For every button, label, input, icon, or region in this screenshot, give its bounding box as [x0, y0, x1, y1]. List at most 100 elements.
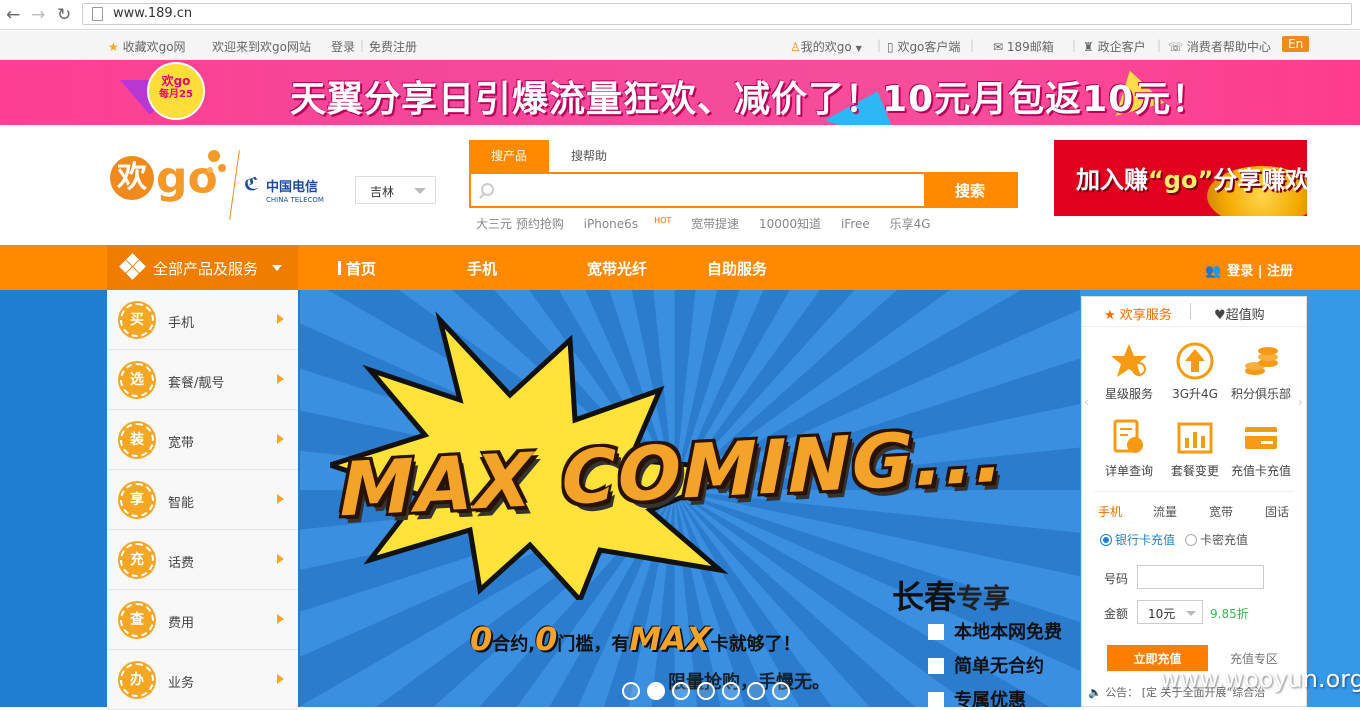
hotword-link[interactable]: 大三元 预约抢购	[476, 217, 564, 231]
forward-icon[interactable]: →	[31, 5, 45, 25]
points-club-item[interactable]: 积分俱乐部	[1226, 341, 1296, 402]
header-ad-banner[interactable]: 加入赚“go”分享赚欢豆	[1054, 140, 1307, 216]
sidebar-item-broadband[interactable]: 装宽带	[107, 410, 298, 470]
tab-broadband[interactable]: 宽带	[1209, 503, 1233, 520]
search-box: 搜索	[469, 172, 1018, 208]
hotword-link[interactable]: 10000知道	[759, 217, 821, 231]
sidebar-item-phone[interactable]: 买手机	[107, 290, 298, 350]
carousel-dot[interactable]	[747, 682, 765, 700]
search-input[interactable]	[501, 178, 921, 202]
carousel-dot[interactable]	[672, 682, 690, 700]
caret-down-icon	[272, 265, 282, 271]
plan-change-item[interactable]: 套餐变更	[1160, 418, 1230, 479]
register-link[interactable]: 免费注册	[369, 38, 417, 55]
carousel-dot[interactable]	[622, 682, 640, 700]
gov-link[interactable]: ♜ 政企客户	[1083, 38, 1146, 55]
upgrade-4g-item[interactable]: 3G升4G	[1160, 341, 1230, 402]
checkbox-icon	[928, 658, 944, 674]
tab-value-buy[interactable]: ♥超值购	[1214, 304, 1265, 323]
sidebar-item-label: 手机	[168, 316, 195, 331]
help-link[interactable]: ☏ 消费者帮助中心	[1168, 38, 1271, 55]
tab-search-help[interactable]: 搜帮助	[553, 140, 633, 172]
chevron-right-icon	[277, 494, 284, 504]
all-products-menu[interactable]: 全部产品及服务	[107, 245, 298, 290]
sidebar-item-plans[interactable]: 选套餐/靓号	[107, 350, 298, 410]
carousel-dot[interactable]	[647, 682, 665, 700]
sidebar-item-topup[interactable]: 充话费	[107, 530, 298, 590]
sidebar-item-fees[interactable]: 查费用	[107, 590, 298, 650]
nav-register[interactable]: 注册	[1267, 264, 1293, 279]
search-button[interactable]: 搜索	[924, 174, 1016, 206]
my-huango-menu[interactable]: ♙我的欢go ▼	[790, 38, 862, 55]
notice-label: 公告：	[1105, 686, 1139, 699]
banner-city-name: 长春	[892, 578, 957, 616]
mail-link[interactable]: ✉ 189邮箱	[993, 38, 1054, 55]
phone-number-input[interactable]	[1137, 565, 1264, 589]
star-service-item[interactable]: 星级服务	[1094, 341, 1164, 402]
bill-detail-item[interactable]: 详单查询	[1094, 418, 1164, 479]
service-label: 3G升4G	[1172, 387, 1218, 401]
sidebar-item-smart[interactable]: 享智能	[107, 470, 298, 530]
nav-self-service[interactable]: 自助服务	[707, 258, 767, 279]
checkbox-icon	[928, 624, 944, 640]
client-link[interactable]: ▯ 欢go客户端	[887, 38, 960, 55]
service-label: 星级服务	[1104, 387, 1153, 401]
grid-diamond-icon	[119, 253, 146, 280]
feature-item: 本地本网免费	[928, 618, 1062, 644]
slogan-zero: 0	[535, 620, 558, 658]
favorite-label: 收藏欢go网	[122, 40, 186, 54]
radio-label: 银行卡充值	[1115, 533, 1176, 547]
url-text[interactable]: www.189.cn	[113, 6, 192, 21]
chevron-down-icon	[414, 188, 426, 194]
hotword-link[interactable]: 乐享4G	[890, 217, 931, 231]
reload-icon[interactable]: ↻	[57, 5, 71, 25]
back-icon[interactable]: ←	[6, 5, 20, 25]
slogan-part: 合约,	[492, 634, 536, 655]
radio-bank-card[interactable]: 银行卡充值	[1100, 531, 1175, 548]
feature-item: 简单无合约	[928, 652, 1062, 678]
chevron-left-icon[interactable]: ‹	[1084, 395, 1089, 409]
handle-icon: 办	[120, 663, 154, 697]
tab-landline[interactable]: 固话	[1265, 503, 1289, 520]
address-bar[interactable]: www.189.cn	[82, 3, 1352, 25]
badge-line1: 欢go	[161, 74, 191, 88]
enjoy-icon: 享	[120, 483, 154, 517]
china-telecom-logo[interactable]: 中国电信 ℭ CHINA TELECOM	[244, 174, 324, 204]
mail-label: 189邮箱	[1006, 40, 1054, 54]
nav-home[interactable]: 首页	[338, 258, 376, 279]
radio-card-password[interactable]: 卡密充值	[1185, 531, 1248, 548]
language-button[interactable]: En	[1282, 36, 1310, 52]
favorite-link[interactable]: ★ 收藏欢go网	[108, 38, 186, 55]
login-link[interactable]: 登录	[331, 38, 355, 55]
hotword-link[interactable]: 宽带提速	[691, 217, 739, 231]
promo-banner[interactable]: 欢go 每月25 天翼分享日引爆流量狂欢、减价了！10元月包返10元！	[0, 60, 1360, 125]
hot-keywords: 大三元 预约抢购 iPhone6s HOT 宽带提速 10000知道 iFree …	[476, 215, 947, 232]
tab-mobile[interactable]: 手机	[1098, 503, 1122, 520]
nav-phones[interactable]: 手机	[467, 258, 497, 279]
hotword-link[interactable]: iPhone6s HOT	[584, 216, 672, 231]
nav-home-label: 首页	[346, 260, 377, 278]
carousel-dot[interactable]	[722, 682, 740, 700]
sidebar-item-label: 话费	[168, 556, 195, 571]
discount-text: 9.85折	[1210, 607, 1249, 621]
card-recharge-item[interactable]: 充值卡充值	[1226, 418, 1296, 479]
building-icon: ♜	[1083, 40, 1094, 54]
nav-login[interactable]: 登录	[1227, 264, 1253, 279]
tab-search-products[interactable]: 搜产品	[469, 140, 549, 172]
telecom-icon: ℭ	[244, 174, 259, 195]
carousel-dot[interactable]	[697, 682, 715, 700]
promo-badge: 欢go 每月25	[147, 62, 205, 120]
sidebar-item-label: 智能	[168, 496, 195, 511]
city-select[interactable]: 吉林	[355, 176, 436, 204]
hotword-link[interactable]: iFree	[841, 217, 870, 231]
tab-data[interactable]: 流量	[1153, 503, 1177, 520]
carousel-dot[interactable]	[772, 682, 790, 700]
tab-huanxiang-service[interactable]: ★ 欢享服务	[1104, 304, 1172, 323]
active-indicator	[338, 261, 341, 275]
sidebar-item-business[interactable]: 办业务	[107, 650, 298, 710]
banner-city-suffix: 专享	[956, 584, 1011, 615]
amount-select[interactable]: 10元	[1137, 600, 1203, 624]
nav-broadband[interactable]: 宽带光纤	[587, 258, 647, 279]
hero-carousel[interactable]: MAX COMING... 长春专享 0合约,0门槛，有MAX卡就够了！ 限量抢…	[300, 290, 1080, 707]
chevron-right-icon[interactable]: ›	[1298, 395, 1303, 409]
